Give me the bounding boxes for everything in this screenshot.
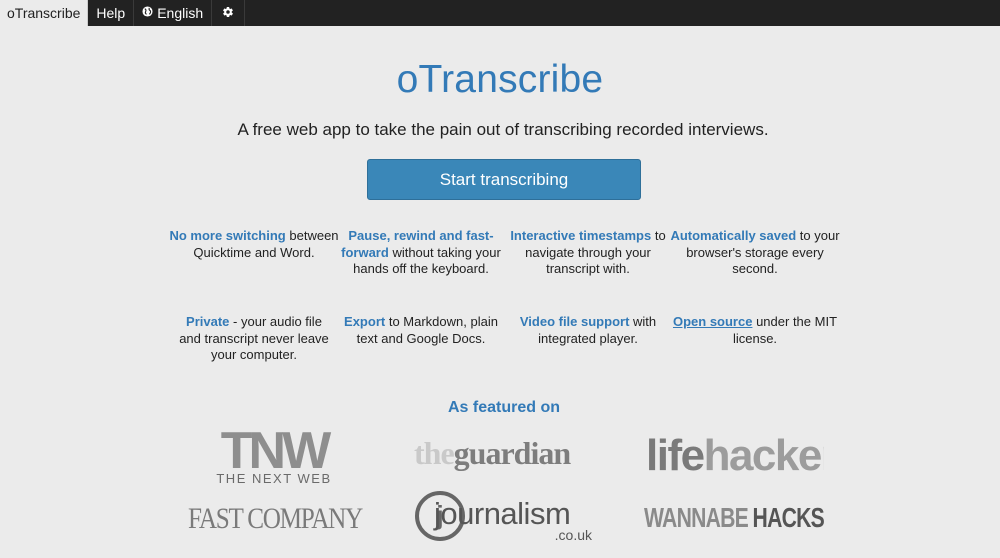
nav-help-label: Help [96,5,126,21]
nav-settings-tab[interactable] [212,0,246,26]
feature-pause-rewind: Pause, rewind and fast-forward without t… [336,228,506,278]
gear-icon [222,6,234,21]
wannabe-part1: WANNABE [644,502,748,533]
feature-highlight: No more switching [169,228,286,243]
guardian-light: the [414,435,454,471]
journalism-subtitle: .co.uk [555,527,593,543]
svg-text:lifehacker: lifehacker [646,431,824,480]
feature-timestamps: Interactive timestamps to navigate throu… [502,228,674,278]
wannabe-part2: HACKS [753,502,825,533]
start-transcribing-button[interactable]: Start transcribing [367,159,641,200]
tnw-logo: TNW THE NEXT WEB [208,424,340,486]
lifehacker-logo: lifehacker [644,428,824,480]
lifehacker-part2: hacker [704,431,824,480]
feature-open-source: Open source under the MIT license. [670,314,840,347]
page-tagline: A free web app to take the pain out of t… [237,120,769,139]
guardian-bold: guardian [454,435,572,471]
fastcompany-logo: FAST COMPANY [186,497,366,535]
feature-highlight: Private [186,314,230,329]
feature-highlight: Export [344,314,386,329]
svg-text:theguardian: theguardian [414,435,571,471]
nav-language-tab[interactable]: English [134,0,213,26]
lifehacker-part1: life [646,431,704,480]
feature-no-switching: No more switching between Quicktime and … [169,228,339,261]
svg-text:WANNABEHACKS: WANNABEHACKS [644,502,824,533]
journalism-logo: j journalism .co.uk [414,486,596,548]
page-title: oTranscribe [396,58,604,101]
nav-brand-label: oTranscribe [7,5,81,21]
open-source-link[interactable]: Open source [673,314,752,329]
nav-language-label: English [157,5,204,21]
nav-brand-tab[interactable]: oTranscribe [0,0,89,26]
feature-export: Export to Markdown, plain text and Googl… [343,314,499,347]
feature-autosave: Automatically saved to your browser's st… [670,228,840,278]
journalism-text: journalism [433,496,570,531]
nav-help-tab[interactable]: Help [88,0,135,26]
tnw-subtitle: THE NEXT WEB [216,471,331,486]
feature-private: Private - your audio file and transcript… [176,314,332,364]
fastcompany-text: FAST COMPANY [188,502,363,535]
featured-heading: As featured on [447,399,560,416]
wannabe-hacks-logo: WANNABEHACKS [642,498,826,534]
feature-highlight: Video file support [519,314,630,329]
feature-video: Video file support with integrated playe… [502,314,674,347]
globe-icon [142,6,153,20]
feature-highlight: Automatically saved [670,228,797,243]
guardian-logo: theguardian [414,434,594,474]
top-nav: oTranscribe Help English [0,0,1000,26]
feature-highlight: Interactive timestamps [510,228,652,243]
